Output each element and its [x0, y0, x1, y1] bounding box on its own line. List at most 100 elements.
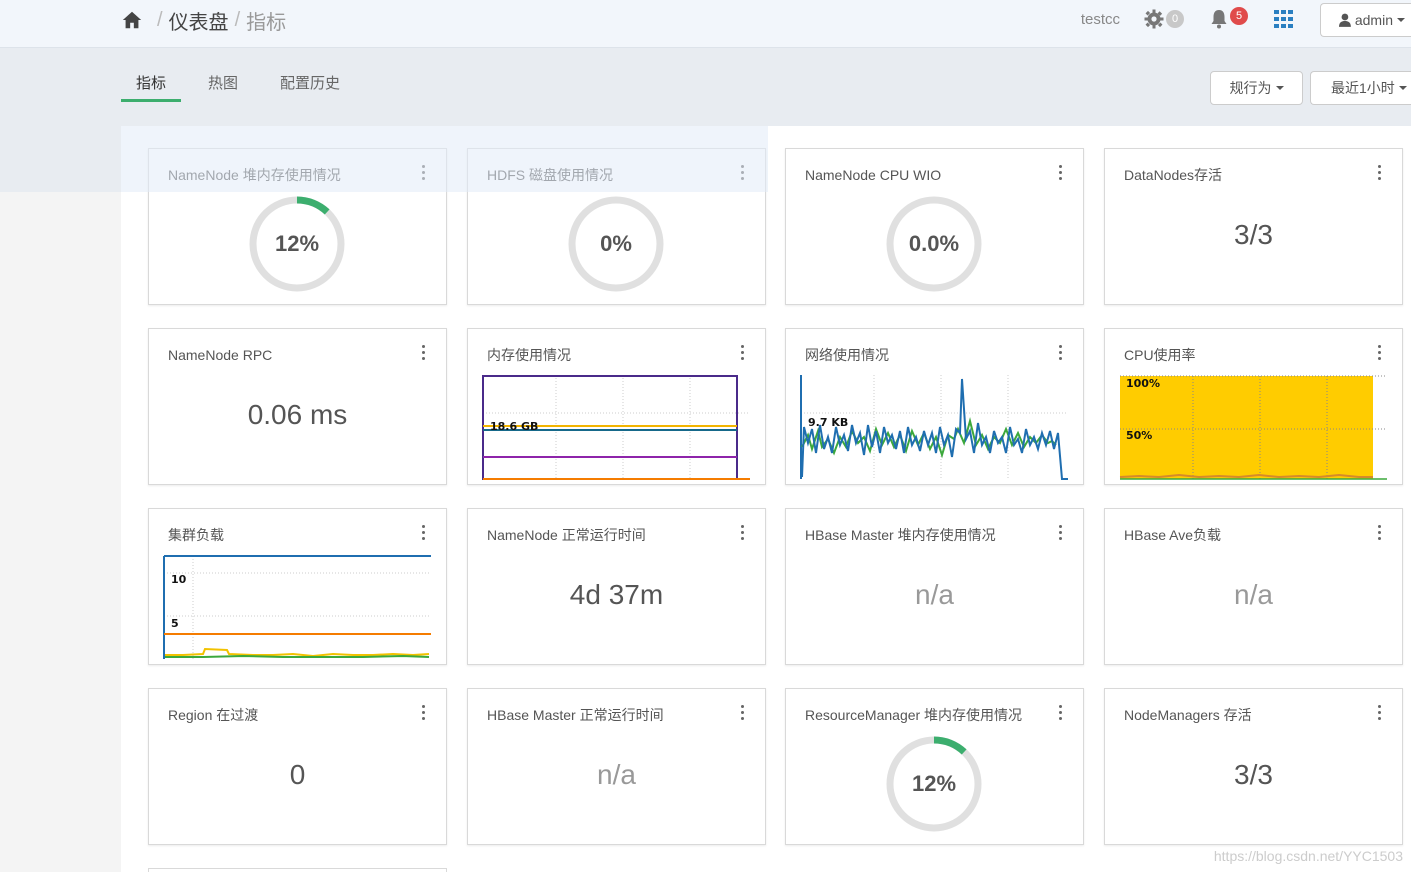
- breadcrumb-separator: /: [234, 8, 241, 31]
- top-right-menu: testcc 0 5 admin: [1081, 0, 1411, 38]
- widget-value: 0: [289, 759, 306, 790]
- widget-regions-in-transition[interactable]: Region 在过渡 0: [148, 688, 447, 845]
- tab-metrics[interactable]: 指标: [121, 72, 182, 102]
- widget-cpu-usage[interactable]: CPU使用率 100% 50%: [1104, 328, 1403, 485]
- widget-value: 3/3: [1234, 759, 1273, 790]
- dashboard-subnav: 指标 热图 配置历史 规行为 最近1小时: [0, 48, 1411, 126]
- widget-value: 3/3: [1234, 219, 1273, 250]
- widget-cluster-load[interactable]: 集群负载 10 5: [148, 508, 447, 665]
- ops-count-badge: 0: [1166, 10, 1184, 28]
- gear-icon: [1144, 9, 1164, 29]
- more-options-icon[interactable]: [1059, 525, 1063, 541]
- more-options-icon[interactable]: [1378, 165, 1382, 181]
- widget-title: HBase Master 堆内存使用情况: [805, 527, 996, 543]
- top-navbar: / 仪表盘 / 指标 testcc 0 5 admin: [0, 0, 1411, 48]
- widget-partial[interactable]: [148, 868, 447, 872]
- widget-hbase-master-uptime[interactable]: HBase Master 正常运行时间 n/a: [467, 688, 766, 845]
- widget-title: CPU使用率: [1124, 347, 1196, 363]
- widget-namenode-cpu-wio[interactable]: NameNode CPU WIO 0.0%: [785, 148, 1084, 305]
- widget-value: 4d 37m: [569, 579, 664, 610]
- cpu-100-label: 100%: [1126, 377, 1160, 390]
- nodes-line: [165, 654, 430, 658]
- widget-hbase-ave-load[interactable]: HBase Ave负载 n/a: [1104, 508, 1403, 665]
- more-options-icon[interactable]: [741, 525, 745, 541]
- bell-icon: [1211, 10, 1227, 29]
- widget-title: 网络使用情况: [805, 347, 889, 363]
- more-options-icon[interactable]: [422, 345, 426, 361]
- more-options-icon[interactable]: [1059, 345, 1063, 361]
- views-menu-button[interactable]: [1274, 10, 1294, 28]
- load-1min-line: [165, 647, 430, 658]
- widget-value: n/a: [1234, 579, 1273, 610]
- time-range-dropdown-button[interactable]: 最近1小时: [1310, 71, 1411, 105]
- widget-memory-usage[interactable]: 内存使用情况 18.6 GB: [467, 328, 766, 485]
- alert-count-badge: 5: [1230, 7, 1248, 25]
- widget-title: NameNode 堆内存使用情况: [168, 167, 341, 183]
- cpu-50-label: 50%: [1126, 429, 1152, 442]
- breadcrumb-current: 指标: [246, 11, 287, 34]
- widget-namenode-heap[interactable]: NameNode 堆内存使用情况 12%: [148, 148, 447, 305]
- dashboard-tabs: 指标 热图 配置历史: [121, 72, 367, 102]
- widget-title: HBase Master 正常运行时间: [487, 707, 664, 723]
- widget-title: Region 在过渡: [168, 707, 259, 723]
- more-options-icon[interactable]: [422, 705, 426, 721]
- widget-namenode-uptime[interactable]: NameNode 正常运行时间 4d 37m: [467, 508, 766, 665]
- widget-title: HBase Ave负载: [1124, 527, 1222, 543]
- alerts-button[interactable]: 5: [1210, 7, 1248, 29]
- chevron-down-icon: [1397, 18, 1405, 22]
- widget-title: NameNode 正常运行时间: [487, 527, 646, 543]
- more-options-icon[interactable]: [741, 705, 745, 721]
- widget-datanodes-live[interactable]: DataNodes存活 3/3: [1104, 148, 1403, 305]
- widget-namenode-rpc[interactable]: NameNode RPC 0.06 ms: [148, 328, 447, 485]
- widget-title: 内存使用情况: [487, 347, 571, 363]
- widget-value: 12%: [911, 771, 957, 796]
- more-options-icon[interactable]: [1059, 705, 1063, 721]
- chevron-down-icon: [1275, 86, 1284, 90]
- widget-nodemanagers-live[interactable]: NodeManagers 存活 3/3: [1104, 688, 1403, 845]
- widget-title: NameNode RPC: [168, 347, 273, 363]
- cpu-usage-chart: 100% 50%: [1119, 373, 1389, 481]
- widget-title: NodeManagers 存活: [1124, 707, 1252, 723]
- series-out-line: [801, 378, 1068, 480]
- widget-title: ResourceManager 堆内存使用情况: [805, 707, 1023, 723]
- widget-value: 0.06 ms: [247, 399, 348, 430]
- widget-value: n/a: [915, 579, 954, 610]
- widget-title: DataNodes存活: [1124, 167, 1223, 183]
- left-gutter-shade: [0, 126, 121, 192]
- widget-value: n/a: [597, 759, 636, 790]
- user-icon: [1339, 13, 1351, 27]
- breadcrumb: / 仪表盘 / 指标: [121, 6, 286, 34]
- more-options-icon[interactable]: [741, 345, 745, 361]
- tab-heatmaps[interactable]: 热图: [193, 72, 253, 102]
- widget-hdfs-disk[interactable]: HDFS 磁盘使用情况 0%: [467, 148, 766, 305]
- widget-network-usage[interactable]: 网络使用情况 9.7 KB: [785, 328, 1084, 485]
- breadcrumb-dashboard-link[interactable]: 仪表盘: [169, 6, 229, 35]
- user-menu-button[interactable]: admin: [1320, 3, 1411, 37]
- more-options-icon[interactable]: [1378, 705, 1382, 721]
- home-icon[interactable]: [121, 9, 143, 31]
- actions-dropdown-button[interactable]: 规行为: [1210, 71, 1303, 105]
- load-5-label: 5: [171, 617, 179, 630]
- watermark-text: https://blog.csdn.net/YYC1503: [1213, 848, 1403, 864]
- actions-dropdown-label: 规行为: [1229, 80, 1272, 96]
- more-options-icon[interactable]: [741, 165, 745, 181]
- cluster-load-chart: 10 5: [163, 553, 433, 661]
- widget-hbase-master-heap[interactable]: HBase Master 堆内存使用情况 n/a: [785, 508, 1084, 665]
- more-options-icon[interactable]: [422, 165, 426, 181]
- cpu-idle-area: [1120, 376, 1373, 479]
- left-gutter: [0, 126, 121, 872]
- time-range-label: 最近1小时: [1331, 80, 1395, 96]
- more-options-icon[interactable]: [1378, 345, 1382, 361]
- more-options-icon[interactable]: [1059, 165, 1063, 181]
- widget-value: 0.0%: [908, 231, 960, 256]
- memory-usage-chart: 18.6 GB: [482, 373, 752, 481]
- load-10-label: 10: [171, 573, 187, 586]
- more-options-icon[interactable]: [1378, 525, 1382, 541]
- widget-resourcemanager-heap[interactable]: ResourceManager 堆内存使用情况 12%: [785, 688, 1084, 845]
- cluster-name[interactable]: testcc: [1081, 11, 1120, 28]
- widget-title: HDFS 磁盘使用情况: [487, 167, 613, 183]
- background-ops-button[interactable]: 0: [1144, 9, 1184, 29]
- tab-config-history[interactable]: 配置历史: [265, 72, 355, 102]
- widget-title: NameNode CPU WIO: [805, 167, 942, 183]
- more-options-icon[interactable]: [422, 525, 426, 541]
